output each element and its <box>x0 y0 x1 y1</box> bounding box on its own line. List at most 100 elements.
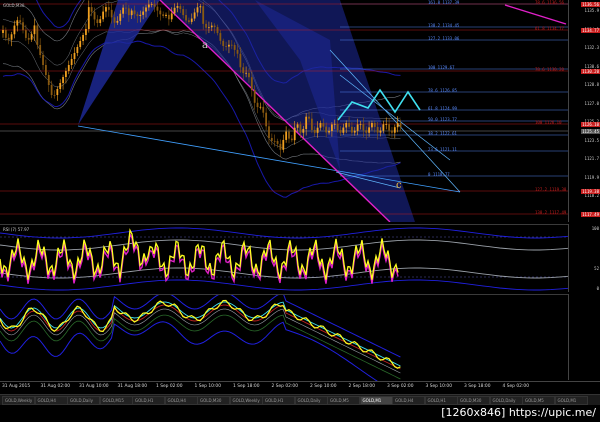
candle-body <box>116 20 119 23</box>
chart-tab[interactable]: GOLD,H4 <box>34 396 68 405</box>
bottom-strip: [1260x846] https://upic.me/ <box>0 405 600 422</box>
fib-red-label: 61.8 1134.77 <box>535 26 564 31</box>
chart-tab[interactable]: GOLD,Daily <box>489 396 523 405</box>
chart-tab[interactable]: GOLD,H1 <box>132 396 165 405</box>
candle-body <box>185 15 187 21</box>
candle-body <box>325 126 328 133</box>
candle-body <box>242 67 245 74</box>
candle-body <box>376 126 379 133</box>
candle-body <box>27 37 30 40</box>
chart-tab[interactable]: GOLD,M30 <box>457 396 490 405</box>
candle-body <box>59 83 62 89</box>
candle-body <box>162 14 165 16</box>
price-axis: 1135.91134.11132.31130.61128.81127.01125… <box>568 0 600 222</box>
candle-body <box>213 25 216 28</box>
price-chart-panel[interactable]: GOLD,M30 a c 161.8 1137.39 138.2 1134.45 1… <box>0 0 568 222</box>
candle-body <box>45 65 47 75</box>
chart-tab[interactable]: GOLD,Daily <box>67 396 100 405</box>
chart-tab[interactable]: GOLD,M5 <box>327 396 360 405</box>
candle-body <box>336 123 339 131</box>
candle-body <box>85 29 87 35</box>
candle-body <box>2 30 4 33</box>
candle-body <box>396 123 399 128</box>
chart-tab[interactable]: GOLD,M15 <box>99 396 133 405</box>
time-axis-label: 1 Sep 10:00 <box>194 384 222 389</box>
time-axis-label: 1 Sep 18:00 <box>233 384 260 389</box>
candle-body <box>110 9 113 18</box>
candle-body <box>36 25 39 45</box>
candle-body <box>13 25 16 35</box>
candle-body <box>153 4 156 7</box>
candle-body <box>288 131 290 139</box>
candle-body <box>328 130 330 133</box>
candle-body <box>282 139 285 150</box>
candle-body <box>82 35 84 41</box>
candle-body <box>388 124 390 131</box>
candle-body <box>391 130 393 133</box>
price-highlight-label: 1136.56 <box>581 2 600 7</box>
candle-body <box>351 126 353 133</box>
chart-tab[interactable]: GOLD,H1 <box>424 396 458 405</box>
candle-body <box>190 18 193 22</box>
price-highlight-label: 1126.10 <box>581 122 600 127</box>
rsi-band-line <box>0 267 568 279</box>
chart-tab[interactable]: GOLD,M5 <box>522 396 555 405</box>
candle-body <box>53 95 56 96</box>
candle-body <box>248 72 250 78</box>
price-highlight-label: 1125.45 <box>581 129 600 134</box>
chart-tab[interactable]: GOLD,Daily <box>294 396 328 405</box>
chart-tab[interactable]: GOLD,Weekly <box>229 396 263 405</box>
chart-tab[interactable]: GOLD,Weekly <box>2 396 35 405</box>
candle-body <box>322 123 325 127</box>
price-axis-label: 1132.3 <box>584 45 599 50</box>
rsi-axis-label: 100 <box>591 226 599 231</box>
candle-body <box>256 102 259 108</box>
chart-tab[interactable]: GOLD,M1 <box>554 396 588 405</box>
time-axis-label: 2 Sep 10:00 <box>310 384 337 389</box>
rsi-band-line <box>0 279 568 291</box>
fib-red-label: 100 1126.10 <box>535 120 562 125</box>
candle-body <box>333 123 336 125</box>
candle-body <box>102 11 104 20</box>
candle-body <box>339 130 342 133</box>
rsi-signal-line <box>0 231 399 284</box>
candle-body <box>127 8 130 16</box>
chart-tab[interactable]: GOLD,M30 <box>197 396 230 405</box>
candle-body <box>22 22 24 31</box>
candle-body <box>313 129 316 133</box>
candle-body <box>182 9 185 16</box>
candle-body <box>296 124 299 128</box>
candle-body <box>73 53 76 59</box>
wave-a-fill <box>78 0 160 125</box>
osc-main-line <box>0 299 401 369</box>
candle-body <box>56 89 59 95</box>
candle-body <box>96 19 99 23</box>
candle-body <box>356 124 359 131</box>
candle-body <box>10 34 13 40</box>
candle-body <box>65 71 67 77</box>
candle-body <box>228 44 230 47</box>
chart-tab[interactable]: GOLD,H4 <box>392 396 425 405</box>
candle-body <box>79 41 82 47</box>
rsi-panel[interactable]: RSI (7) 57.97 <box>0 224 568 293</box>
candle-body <box>393 127 396 133</box>
fib-blue-label: 61.8 1124.99 <box>428 106 457 111</box>
candle-body <box>399 123 402 128</box>
candle-body <box>173 7 176 14</box>
candle-body <box>159 10 162 15</box>
candle-body <box>4 30 7 38</box>
chart-tab[interactable]: GOLD,H1 <box>262 396 295 405</box>
chart-tab[interactable]: GOLD,M1 <box>359 396 393 405</box>
candle-body <box>236 49 239 54</box>
chart-tab[interactable]: GOLD,H4 <box>164 396 198 405</box>
time-axis-label: 3 Sep 18:00 <box>464 384 491 389</box>
oscillator-axis <box>568 294 600 380</box>
osc-band-outer <box>0 321 378 381</box>
oscillator-panel[interactable] <box>0 294 568 381</box>
candle-body <box>331 124 333 131</box>
rsi-chart-svg <box>0 227 568 291</box>
candle-body <box>113 17 116 23</box>
candle-body <box>150 4 153 6</box>
fib-blue-label: 138.2 1134.45 <box>428 23 460 28</box>
time-axis: 31 Aug 2015 31 Aug 02:00 31 Aug 10:00 31 Au… <box>0 381 600 394</box>
